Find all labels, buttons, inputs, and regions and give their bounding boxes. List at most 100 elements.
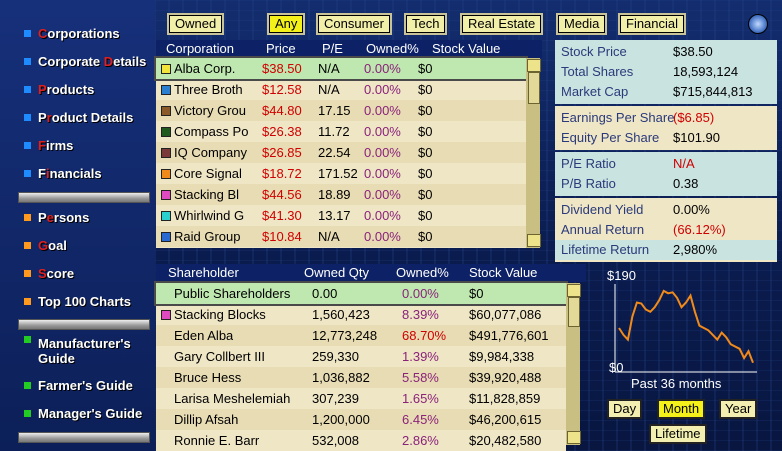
shareholder-qty: 1,200,000: [312, 412, 370, 427]
sidebar-item[interactable]: Top 100 Charts: [24, 294, 131, 309]
corp-stock-value: $0: [418, 166, 433, 181]
corp-table-header: Corporation Price P/E Owned% Stock Value: [156, 40, 542, 58]
table-row[interactable]: Raid Group $10.84 N/A 0.00% $0: [156, 226, 526, 247]
bullet-icon: [24, 336, 31, 343]
col-stock-value[interactable]: Stock Value: [469, 265, 537, 280]
table-row[interactable]: Ronnie E. Barr 532,008 2.86% $20,482,580: [156, 430, 566, 451]
filter-tech-button[interactable]: Tech: [404, 13, 448, 35]
sidebar-item-label: Score: [38, 266, 75, 281]
value: 18,593,124: [673, 64, 739, 79]
year-button[interactable]: Year: [719, 399, 758, 419]
corp-table: Alba Corp. $38.50 N/A 0.00% $0 Three Broth $12…: [154, 56, 528, 248]
table-row[interactable]: Larisa Meshelemiah 307,239 1.65% $11,828,85…: [156, 388, 566, 409]
filter-media-button[interactable]: Media: [556, 13, 608, 35]
sidebar-item[interactable]: Financials: [24, 166, 102, 181]
sidebar-item[interactable]: Goal: [24, 238, 67, 253]
table-row[interactable]: Stacking Blocks 1,560,423 8.39% $60,077,086: [156, 304, 566, 325]
sidebar-item[interactable]: Manager's Guide: [24, 406, 142, 421]
col-price[interactable]: Price: [266, 41, 296, 56]
sidebar-item-label: Corporate Details: [38, 54, 147, 69]
sidebar-item[interactable]: Persons: [24, 210, 89, 225]
table-row[interactable]: IQ Company $26.85 22.54 0.00% $0: [156, 142, 526, 163]
value: (66.12%): [673, 222, 726, 237]
corp-stock-value: $0: [418, 208, 433, 223]
sidebar-item-label: Manager's Guide: [38, 406, 143, 421]
value: 0.38: [673, 176, 699, 191]
col-owned-qty[interactable]: Owned Qty: [304, 265, 369, 280]
filter-consumer-button[interactable]: Consumer: [316, 13, 392, 35]
sidebar-item-label: Financials: [38, 166, 102, 181]
chart-caption: Past 36 months: [631, 376, 722, 391]
table-row[interactable]: Alba Corp. $38.50 N/A 0.00% $0: [154, 56, 528, 81]
corp-pe: N/A: [318, 82, 340, 97]
table-row[interactable]: Victory Grou $44.80 17.15 0.00% $0: [156, 100, 526, 121]
scroll-up-icon[interactable]: [567, 284, 581, 297]
table-row[interactable]: Dillip Afsah 1,200,000 6.45% $46,200,615: [156, 409, 566, 430]
col-stock-value[interactable]: Stock Value: [432, 41, 500, 56]
color-swatch-icon: [161, 127, 171, 137]
table-row[interactable]: Three Broth $12.58 N/A 0.00% $0: [156, 79, 526, 100]
table-row[interactable]: Core Signal $18.72 171.52 0.00% $0: [156, 163, 526, 184]
corp-name: Stacking Bl: [174, 187, 240, 202]
corp-name: IQ Company: [174, 145, 247, 160]
sidebar-item[interactable]: Farmer's Guide: [24, 378, 133, 393]
corp-owned: 0.00%: [364, 124, 401, 139]
corp-pe: N/A: [318, 61, 340, 76]
shareholder-name: Stacking Blocks: [174, 307, 266, 322]
filter-financial-button[interactable]: Financial: [618, 13, 687, 35]
scroll-down-icon[interactable]: [567, 431, 581, 444]
corp-name: Victory Grou: [174, 103, 247, 118]
corp-owned: 0.00%: [364, 166, 401, 181]
label: Market Cap: [561, 84, 629, 99]
table-row[interactable]: Public Shareholders 0.00 0.00% $0: [154, 281, 568, 306]
day-button[interactable]: Day: [607, 399, 643, 419]
table-row[interactable]: Bruce Hess 1,036,882 5.58% $39,920,488: [156, 367, 566, 388]
table-row[interactable]: Whirlwind G $41.30 13.17 0.00% $0: [156, 205, 526, 226]
globe-icon[interactable]: [748, 14, 768, 34]
sidebar-item-label: Persons: [38, 210, 90, 225]
col-corporation[interactable]: Corporation: [166, 41, 234, 56]
share-scrollbar[interactable]: [566, 283, 581, 445]
shareholder-value: $11,828,859: [469, 391, 541, 406]
bullet-icon: [24, 214, 31, 221]
bullet-icon: [24, 270, 31, 277]
scroll-up-icon[interactable]: [527, 59, 541, 72]
corp-scrollbar[interactable]: [526, 58, 541, 248]
sidebar-item-label: Top 100 Charts: [38, 294, 131, 309]
table-row[interactable]: Eden Alba 12,773,248 68.70% $491,776,601: [156, 325, 566, 346]
col-owned[interactable]: Owned%: [366, 41, 419, 56]
col-shareholder[interactable]: Shareholder: [168, 265, 239, 280]
table-row[interactable]: Compass Po $26.38 11.72 0.00% $0: [156, 121, 526, 142]
sidebar-item[interactable]: Score: [24, 266, 74, 281]
shareholder-value: $9,984,338: [469, 349, 535, 364]
sidebar-item[interactable]: Manufacturer's Guide: [24, 336, 131, 366]
col-owned-pct[interactable]: Owned%: [396, 265, 449, 280]
corp-name: Raid Group: [174, 229, 241, 244]
lifetime-button[interactable]: Lifetime: [649, 424, 707, 444]
stats-block-returns: Dividend Yield 0.00% Annual Return (66.12%…: [555, 198, 777, 262]
col-pe[interactable]: P/E: [322, 41, 343, 56]
value: $38.50: [673, 44, 713, 59]
table-row[interactable]: Gary Collbert III 259,330 1.39% $9,984,338: [156, 346, 566, 367]
corp-name: Whirlwind G: [174, 208, 245, 223]
sidebar-item-label: Corporations: [38, 26, 120, 41]
shareholder-name: Bruce Hess: [174, 370, 242, 385]
sidebar-item[interactable]: Product Details: [24, 110, 133, 125]
color-swatch-icon: [161, 232, 171, 242]
sidebar-item-label: Products: [38, 82, 95, 97]
shareholder-name: Gary Collbert III: [174, 349, 266, 364]
sidebar-item[interactable]: Products: [24, 82, 94, 97]
scroll-thumb[interactable]: [568, 297, 580, 327]
corp-price: $38.50: [262, 61, 302, 76]
shareholder-name: Larisa Meshelemiah: [174, 391, 291, 406]
scroll-thumb[interactable]: [528, 72, 540, 104]
sidebar-item[interactable]: Firms: [24, 138, 73, 153]
sidebar-item[interactable]: Corporate Details: [24, 54, 146, 69]
sidebar-item[interactable]: Corporations: [24, 26, 120, 41]
filter-real-estate-button[interactable]: Real Estate: [460, 13, 544, 35]
month-button[interactable]: Month: [657, 399, 706, 419]
table-row[interactable]: Stacking Bl $44.56 18.89 0.00% $0: [156, 184, 526, 205]
filter-owned-button[interactable]: Owned: [167, 13, 225, 35]
filter-any-button[interactable]: Any: [267, 13, 306, 35]
scroll-down-icon[interactable]: [527, 234, 541, 247]
